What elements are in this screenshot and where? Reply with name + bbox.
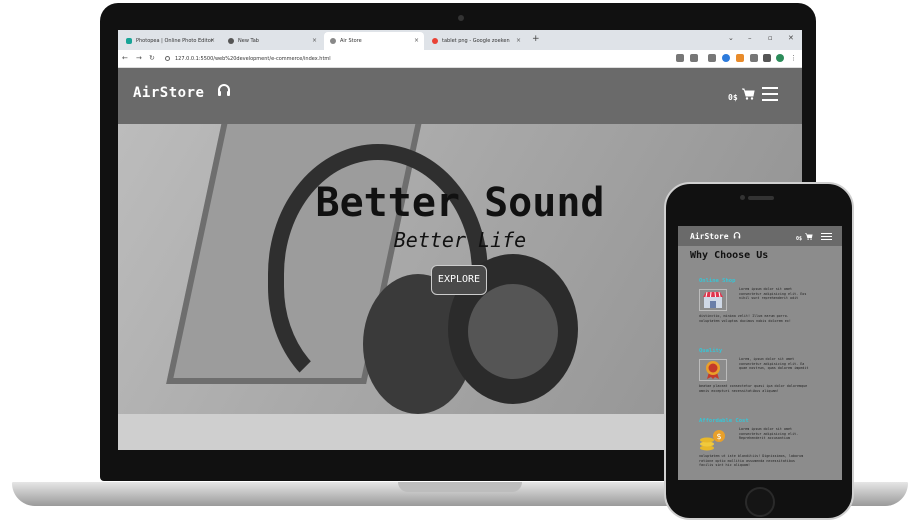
- headphones-icon: [217, 84, 231, 101]
- tab-label: tablet png - Google zoeken: [442, 38, 510, 44]
- url-field[interactable]: 127.0.0.1:5500/web%20development/e-comme…: [163, 53, 738, 65]
- svg-text:$: $: [717, 432, 722, 441]
- tab-google[interactable]: tablet png - Google zoeken ×: [426, 32, 526, 50]
- bookmark-star-icon[interactable]: [690, 54, 698, 62]
- feature-text: Lorem ipsum dolor sit amet consectetur a…: [739, 287, 807, 301]
- browser-address-bar: ← → ↻ 127.0.0.1:5500/web%20development/e…: [118, 50, 802, 68]
- explore-button[interactable]: EXPLORE: [431, 265, 487, 295]
- phone-camera: [740, 195, 745, 200]
- close-icon[interactable]: ×: [210, 37, 215, 44]
- tab-label: Photopea | Online Photo Editor: [136, 38, 213, 44]
- feature-title: Affordable Cost: [699, 418, 749, 424]
- feature-text: Lorem ipsum dolor sit amet consectetur a…: [739, 427, 799, 441]
- avatar[interactable]: [776, 54, 784, 62]
- headphones-icon: [733, 232, 741, 241]
- extension-blue-icon[interactable]: [722, 54, 730, 62]
- mic-icon[interactable]: [708, 54, 716, 62]
- browser-tab-bar: Photopea | Online Photo Editor × New Tab…: [118, 30, 802, 50]
- phone-screen: AirStore 0$ Why Choose Us Online Shop Lo…: [678, 226, 842, 480]
- cart-count: 0$: [728, 93, 738, 102]
- hamburger-menu-icon[interactable]: [762, 87, 778, 101]
- share-icon[interactable]: [676, 54, 684, 62]
- brand-name: AirStore: [133, 85, 205, 101]
- site-header: AirStore 0$: [118, 68, 802, 124]
- feature-quality: Quality Lorem, ipsum dolor sit amet cons…: [699, 348, 809, 405]
- feature-online-shop: Online Shop Lorem ipsum dolor sit amet c…: [699, 278, 809, 335]
- chevron-down-icon[interactable]: ⌄: [728, 34, 734, 42]
- photopea-icon: [126, 38, 132, 44]
- phone-frame: AirStore 0$ Why Choose Us Online Shop Lo…: [664, 182, 854, 520]
- tab-label: Air Store: [340, 38, 362, 44]
- maximize-icon[interactable]: ▫: [768, 34, 773, 42]
- hero-headphones-cup: [468, 284, 558, 379]
- google-icon: [432, 38, 438, 44]
- puzzle-icon[interactable]: [750, 54, 758, 62]
- cart-icon: [742, 88, 756, 102]
- section-title: Why Choose Us: [690, 250, 769, 261]
- feature-title: Quality: [699, 348, 723, 354]
- kebab-menu-icon[interactable]: ⋮: [790, 54, 797, 62]
- reload-icon[interactable]: ↻: [149, 54, 155, 62]
- mobile-site-logo[interactable]: AirStore: [690, 232, 741, 241]
- site-logo[interactable]: AirStore: [133, 84, 231, 101]
- back-icon[interactable]: ←: [122, 54, 128, 62]
- coins-icon: $: [699, 429, 727, 451]
- chrome-icon: [228, 38, 234, 44]
- device-mockup: Photopea | Online Photo Editor × New Tab…: [0, 0, 920, 529]
- phone-home-button: [745, 487, 775, 517]
- mobile-site-header: AirStore 0$: [678, 226, 842, 246]
- close-icon[interactable]: ×: [312, 37, 317, 44]
- feature-text: voluptatem ut iste blanditiis! Dignissim…: [699, 454, 804, 468]
- phone-speaker: [748, 196, 774, 200]
- feature-affordable-cost: Affordable Cost $ Lorem ipsum dolor sit …: [699, 418, 809, 475]
- laptop-camera: [458, 15, 464, 21]
- hamburger-menu-icon[interactable]: [821, 233, 832, 241]
- feature-title: Online Shop: [699, 278, 736, 284]
- tab-label: New Tab: [238, 38, 259, 44]
- tab-photopea[interactable]: Photopea | Online Photo Editor ×: [120, 32, 220, 50]
- globe-icon: [330, 38, 336, 44]
- tab-new-tab[interactable]: New Tab ×: [222, 32, 322, 50]
- quality-badge-icon: [699, 359, 727, 381]
- window-close-icon[interactable]: ✕: [788, 34, 794, 42]
- cart-icon: [805, 233, 813, 242]
- feature-text: distinctio, minima velit! Illum earum po…: [699, 314, 791, 323]
- forward-icon[interactable]: →: [136, 54, 142, 62]
- cart-count: 0$: [796, 236, 803, 242]
- laptop-notch: [398, 482, 522, 492]
- sidepanel-icon[interactable]: [763, 54, 771, 62]
- close-icon[interactable]: ×: [516, 37, 521, 44]
- close-icon[interactable]: ×: [414, 37, 419, 44]
- mobile-cart-button[interactable]: 0$: [796, 233, 813, 242]
- metamask-icon[interactable]: [736, 54, 744, 62]
- cart-button[interactable]: 0$: [728, 88, 756, 102]
- feature-text: beatae placeat consectetur quasi ipa dol…: [699, 384, 808, 393]
- new-tab-button[interactable]: +: [532, 34, 540, 44]
- brand-name: AirStore: [690, 232, 729, 241]
- feature-text: Lorem, ipsum dolor sit amet consectetur …: [739, 357, 809, 371]
- tab-air-store[interactable]: Air Store ×: [324, 32, 424, 50]
- store-icon: [699, 289, 727, 311]
- minimize-icon[interactable]: –: [748, 34, 752, 42]
